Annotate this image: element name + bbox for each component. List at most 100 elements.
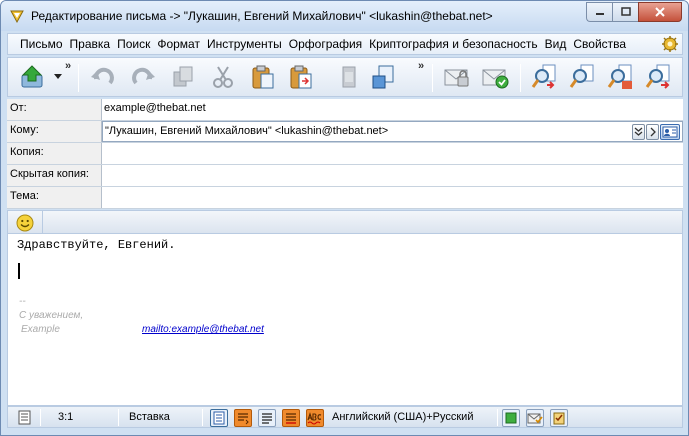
- find-next-button[interactable]: [568, 62, 598, 92]
- cc-label: Копия:: [7, 143, 102, 164]
- window-title: Редактирование письма -> "Лукашин, Евген…: [31, 9, 493, 23]
- insert-mode[interactable]: Вставка: [129, 411, 170, 423]
- paste-special-button[interactable]: [286, 62, 316, 92]
- encrypt-icon: [444, 69, 469, 87]
- copy-icon: [173, 66, 193, 87]
- subject-label: Тема:: [7, 187, 102, 208]
- to-row: Кому: "Лукашин, Евгений Михайлович" <luk…: [7, 121, 683, 143]
- address-book-button[interactable]: [660, 124, 680, 140]
- undo-icon: [91, 67, 114, 85]
- menu-bar: Письмо Правка Поиск Формат Инструменты О…: [7, 33, 683, 55]
- to-field-value: "Лукашин, Евгений Михайлович" <lukashin@…: [105, 125, 389, 137]
- to-field[interactable]: "Лукашин, Евгений Михайлович" <lukashin@…: [102, 121, 683, 142]
- plain-text-button[interactable]: [210, 409, 228, 427]
- signature-regards: С уважением,: [19, 310, 84, 321]
- wrap-text-button[interactable]: [234, 409, 252, 427]
- send-button[interactable]: [18, 62, 48, 92]
- delete-icon: [342, 66, 356, 88]
- select-all-icon: [372, 65, 394, 89]
- spellcheck-button[interactable]: [306, 409, 324, 427]
- envelope-check-icon: [527, 413, 543, 424]
- send-dropdown-arrow-icon[interactable]: [54, 74, 62, 80]
- expand-recipients-button[interactable]: [632, 124, 645, 140]
- quote-button[interactable]: [282, 409, 300, 427]
- delete-button[interactable]: [334, 62, 364, 92]
- undo-button[interactable]: [88, 62, 118, 92]
- close-icon: [655, 7, 665, 17]
- send-icon: [21, 65, 43, 88]
- bat-app-icon: [10, 10, 24, 24]
- title-bar: Редактирование письма -> "Лукашин, Евген…: [1, 1, 688, 31]
- menu-format[interactable]: Формат: [157, 37, 200, 51]
- find-button[interactable]: [530, 62, 560, 92]
- cursor-position: 3:1: [58, 411, 74, 423]
- message-headers: От: example@thebat.net Кому: "Лукашин, Е…: [7, 99, 683, 209]
- from-field[interactable]: example@thebat.net: [102, 99, 683, 120]
- status-separator: [497, 409, 498, 426]
- toolbar-separator: [520, 64, 521, 92]
- menu-properties[interactable]: Свойства: [573, 37, 626, 51]
- signature-mailto-link[interactable]: mailto:example@thebat.net: [142, 324, 264, 335]
- redo-icon: [132, 67, 155, 85]
- message-body-editor[interactable]: Здравствуйте, Евгений. -- С уважением, E…: [7, 234, 683, 406]
- status-separator: [118, 409, 119, 426]
- toolbar-separator: [78, 64, 79, 92]
- align-left-icon: [262, 413, 272, 424]
- replace-icon: [607, 64, 632, 89]
- wrap-text-icon: [238, 413, 249, 425]
- status-green-button[interactable]: [502, 409, 520, 427]
- cut-button[interactable]: [208, 62, 238, 92]
- cc-row: Копия:: [7, 143, 683, 165]
- menu-search[interactable]: Поиск: [117, 37, 150, 51]
- menu-edit[interactable]: Правка: [70, 37, 111, 51]
- toolbar-overflow-1[interactable]: »: [65, 60, 71, 72]
- receipt-button[interactable]: [550, 409, 568, 427]
- to-label: Кому:: [7, 121, 102, 142]
- bcc-row: Скрытая копия:: [7, 165, 683, 187]
- cut-icon: [213, 66, 233, 88]
- from-label: От:: [7, 99, 102, 120]
- subject-field[interactable]: [102, 187, 683, 208]
- bcc-field[interactable]: [102, 165, 683, 186]
- toolbar-separator: [432, 64, 433, 92]
- select-all-button[interactable]: [368, 62, 398, 92]
- status-separator: [40, 409, 41, 426]
- encrypt-button[interactable]: [442, 62, 472, 92]
- sign-button[interactable]: [480, 62, 510, 92]
- maximize-button[interactable]: [612, 2, 638, 22]
- envelope-check-button[interactable]: [526, 409, 544, 427]
- align-text-button[interactable]: [258, 409, 276, 427]
- editor-window: Редактирование письма -> "Лукашин, Евген…: [0, 0, 689, 436]
- find-prev-button[interactable]: [644, 62, 674, 92]
- spellcheck-icon: [307, 412, 322, 425]
- copy-button[interactable]: [168, 62, 198, 92]
- notepad-check-icon: [553, 412, 565, 425]
- smiley-icon[interactable]: [16, 214, 34, 232]
- menu-crypto[interactable]: Криптография и безопасность: [369, 37, 537, 51]
- close-button[interactable]: [638, 2, 682, 22]
- next-recipient-button[interactable]: [646, 124, 659, 140]
- keyboard-language[interactable]: Английский (США)+Русский: [332, 411, 473, 423]
- minimize-button[interactable]: [586, 2, 612, 22]
- menu-view[interactable]: Вид: [545, 37, 567, 51]
- menu-tools[interactable]: Инструменты: [207, 37, 282, 51]
- redo-button[interactable]: [128, 62, 158, 92]
- paste-button[interactable]: [248, 62, 278, 92]
- document-icon[interactable]: [18, 410, 32, 425]
- quick-template-bar: [7, 210, 683, 234]
- replace-button[interactable]: [606, 62, 636, 92]
- toolbar-overflow-2[interactable]: »: [418, 60, 424, 72]
- double-chevron-down-icon: [634, 127, 643, 136]
- maximize-icon: [620, 7, 631, 16]
- subject-row: Тема:: [7, 187, 683, 209]
- gear-icon[interactable]: [662, 36, 678, 52]
- menu-message[interactable]: Письмо: [20, 37, 63, 51]
- signature-name: Example: [21, 324, 60, 335]
- chevron-right-icon: [650, 127, 656, 137]
- find-icon: [531, 64, 556, 89]
- cc-field[interactable]: [102, 143, 683, 164]
- find-next-icon: [569, 64, 594, 88]
- menu-spelling[interactable]: Орфография: [289, 37, 362, 51]
- quick-bar-separator: [42, 211, 43, 233]
- green-square-icon: [505, 412, 517, 424]
